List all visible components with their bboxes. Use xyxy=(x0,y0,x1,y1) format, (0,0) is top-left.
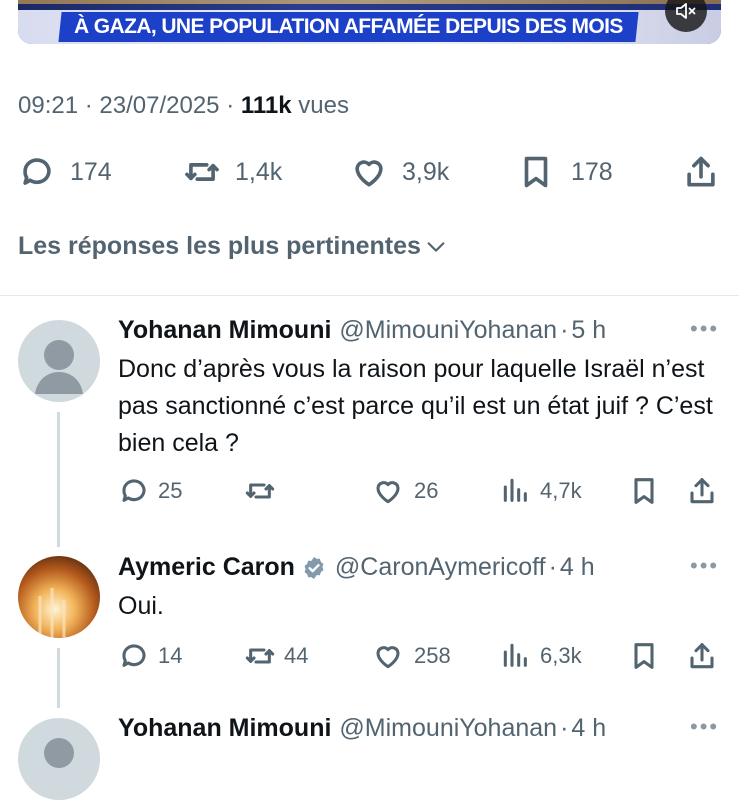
repost-button[interactable]: 44 xyxy=(244,638,308,674)
views-button[interactable]: 6,3k xyxy=(500,638,582,674)
comment-icon xyxy=(122,479,146,502)
tweet-date: 23/07/2025 xyxy=(99,92,220,119)
video-caption: À GAZA, UNE POPULATION AFFAMÉE DEPUIS DE… xyxy=(58,12,639,42)
reply-button[interactable]: 174 xyxy=(18,152,112,192)
heart-icon xyxy=(355,160,383,187)
share-icon xyxy=(690,643,714,669)
reply-text: Oui. xyxy=(118,592,164,620)
share-icon xyxy=(687,156,715,187)
heart-icon xyxy=(376,481,400,504)
like-button[interactable]: 26 xyxy=(372,473,438,509)
more-options-icon[interactable]: ••• xyxy=(690,553,719,579)
chevron-down-icon xyxy=(427,241,445,252)
bookmark-icon xyxy=(524,156,548,188)
avatar[interactable] xyxy=(18,556,100,638)
reply-text: Donc d’après vous la raison pour laquell… xyxy=(118,355,713,457)
repost-icon xyxy=(185,163,219,181)
share-icon xyxy=(690,478,714,504)
repost-button[interactable]: 1,4k xyxy=(183,152,282,192)
bookmark-button[interactable] xyxy=(628,638,660,674)
like-button[interactable]: 3,9k xyxy=(350,152,449,192)
heart-icon xyxy=(376,646,400,669)
share-button[interactable] xyxy=(682,152,720,192)
like-button[interactable]: 258 xyxy=(372,638,451,674)
repost-icon xyxy=(245,648,275,664)
tweet-meta: 09:21 · 23/07/2025 · 111k vues xyxy=(18,92,349,119)
divider xyxy=(0,295,739,296)
avatar-default[interactable] xyxy=(18,718,100,800)
avatar-photo xyxy=(18,556,100,638)
share-button[interactable] xyxy=(686,473,718,509)
tweet-actions: 174 1,4k 3,9k 178 xyxy=(0,152,739,192)
replies-sort-selector[interactable]: Les réponses les plus pertinentes xyxy=(18,232,447,261)
tweet-time: 09:21 xyxy=(18,92,79,119)
author-name[interactable]: Yohanan Mimouni xyxy=(118,316,331,345)
analytics-icon xyxy=(503,478,527,502)
views-label: vues xyxy=(298,92,349,119)
author-handle[interactable]: @CaronAymericoff xyxy=(335,553,546,582)
reply-button[interactable]: 25 xyxy=(118,473,182,509)
video-player[interactable]: À GAZA, UNE POPULATION AFFAMÉE DEPUIS DE… xyxy=(18,0,721,44)
reply-header: Yohanan Mimouni @MimouniYohanan · 5 h xyxy=(118,316,607,345)
bookmark-icon xyxy=(634,643,654,669)
video-frame-top xyxy=(18,0,721,4)
avatar-default[interactable] xyxy=(18,320,100,402)
views-button[interactable]: 4,7k xyxy=(500,473,582,509)
author-handle[interactable]: @MimouniYohanan xyxy=(339,316,557,345)
bookmark-button[interactable] xyxy=(628,473,660,509)
thread-connector xyxy=(57,412,60,547)
reply-age: 4 h xyxy=(559,553,595,581)
more-options-icon[interactable]: ••• xyxy=(690,714,719,740)
repost-icon xyxy=(245,483,275,499)
repost-button[interactable] xyxy=(244,473,284,509)
reply-age: 5 h xyxy=(571,316,607,344)
default-avatar-icon xyxy=(44,738,74,768)
default-avatar-icon xyxy=(35,340,83,394)
thread-connector xyxy=(57,648,60,708)
comment-icon xyxy=(23,158,51,185)
analytics-icon xyxy=(503,643,527,667)
comment-icon xyxy=(122,644,146,667)
bookmark-button[interactable]: 178 xyxy=(517,152,613,192)
sort-label: Les réponses les plus pertinentes xyxy=(18,232,421,260)
view-count: 111k xyxy=(240,92,292,119)
bookmark-icon xyxy=(634,478,654,504)
author-name[interactable]: Aymeric Caron xyxy=(118,553,295,582)
verified-badge-icon xyxy=(304,556,324,579)
reply-button[interactable]: 14 xyxy=(118,638,182,674)
reply-header: Aymeric Caron @CaronAymericoff · 4 h xyxy=(118,553,595,582)
share-button[interactable] xyxy=(686,638,718,674)
more-options-icon[interactable]: ••• xyxy=(690,316,719,342)
